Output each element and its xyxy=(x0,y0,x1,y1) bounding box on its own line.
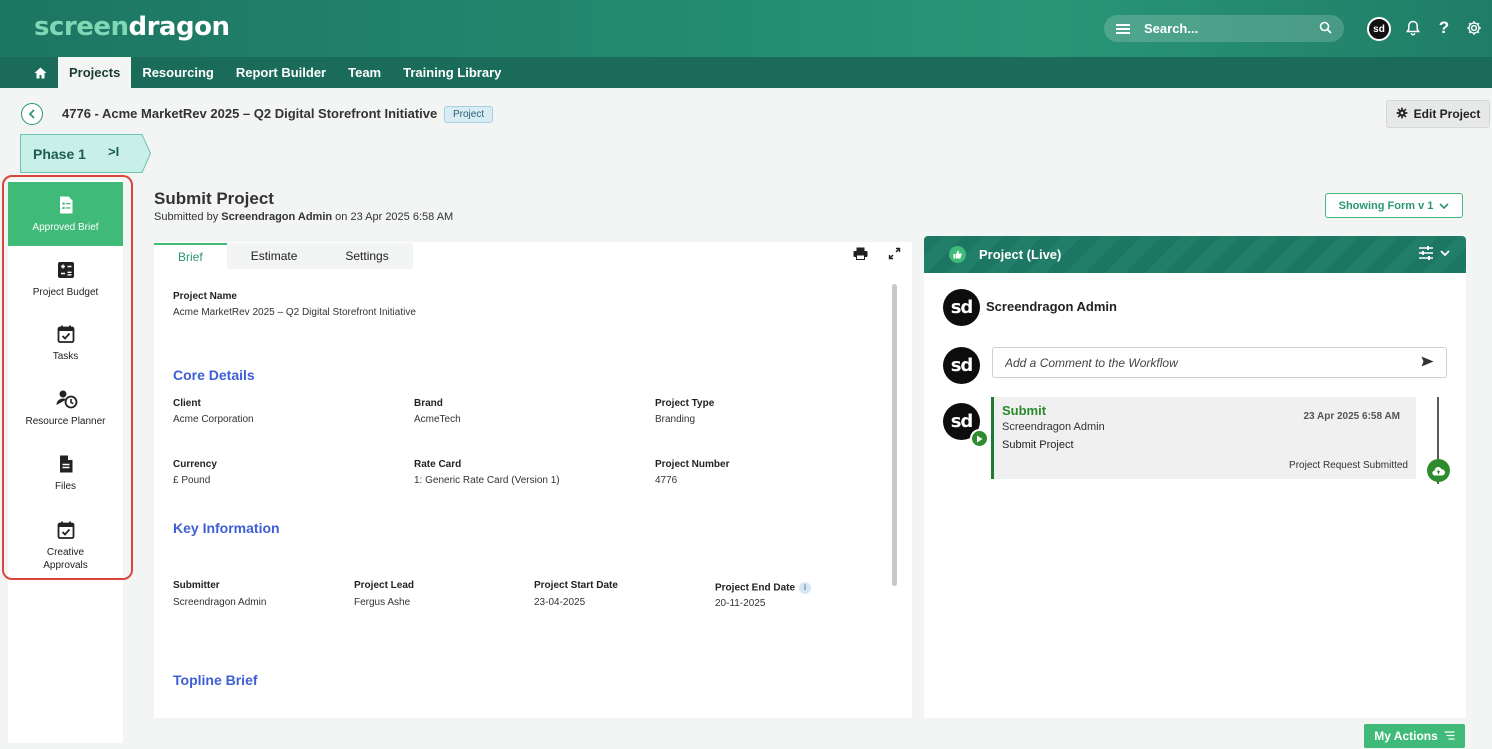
top-header: screendragon sd ? xyxy=(0,0,1492,57)
user-avatar: sd xyxy=(943,289,980,326)
step-date: 23 Apr 2025 6:58 AM xyxy=(1303,411,1400,422)
tab-brief[interactable]: Brief xyxy=(154,243,227,269)
end-date-label: Project End Date i xyxy=(715,582,812,594)
submitter-value: Screendragon Admin xyxy=(173,597,267,608)
submitter-label: Submitter xyxy=(173,580,220,591)
workflow-user-name: Screendragon Admin xyxy=(986,299,1117,314)
skip-to-end-icon[interactable]: >I xyxy=(108,144,119,159)
form-scrollbar[interactable] xyxy=(892,284,897,586)
phase-indicator[interactable]: Phase 1 >I xyxy=(20,134,151,173)
step-action: Submit Project xyxy=(1002,439,1074,451)
my-actions-button[interactable]: My Actions xyxy=(1364,724,1465,748)
global-search[interactable] xyxy=(1104,15,1344,42)
step-status: Project Request Submitted xyxy=(1289,460,1408,471)
list-filter-icon xyxy=(1444,729,1455,743)
nav-resourcing[interactable]: Resourcing xyxy=(131,57,225,88)
back-button[interactable] xyxy=(21,103,43,125)
key-information-heading: Key Information xyxy=(173,520,280,536)
currency-label: Currency xyxy=(173,459,217,470)
hamburger-menu-icon[interactable] xyxy=(1116,22,1130,36)
project-number-value: 4776 xyxy=(655,475,678,486)
step-title: Submit xyxy=(1002,403,1047,418)
nav-report-builder[interactable]: Report Builder xyxy=(225,57,337,88)
nav-projects[interactable]: Projects xyxy=(58,57,132,88)
cloud-upload-icon xyxy=(1427,459,1450,482)
tab-settings[interactable]: Settings xyxy=(321,243,413,269)
project-title: 4776 - Acme MarketRev 2025 – Q2 Digital … xyxy=(62,106,438,121)
rate-card-value: 1: Generic Rate Card (Version 1) xyxy=(414,475,560,486)
sidebar-highlight xyxy=(2,175,133,580)
phase-label: Phase 1 xyxy=(33,146,86,162)
gear-icon xyxy=(1396,107,1408,122)
rate-card-label: Rate Card xyxy=(414,459,462,470)
tab-estimate[interactable]: Estimate xyxy=(226,243,322,269)
brand-value: AcmeTech xyxy=(414,414,461,425)
comment-input[interactable] xyxy=(1005,355,1405,370)
client-value: Acme Corporation xyxy=(173,414,254,425)
main-nav: Projects Resourcing Report Builder Team … xyxy=(0,57,1492,88)
search-input[interactable] xyxy=(1144,21,1294,36)
nav-team[interactable]: Team xyxy=(337,57,392,88)
comment-avatar: sd xyxy=(943,347,980,384)
submitted-info: Submitted by Screendragon Admin on 23 Ap… xyxy=(154,211,454,223)
form-tabs: Brief Estimate Settings xyxy=(154,243,413,269)
gear-icon[interactable] xyxy=(1464,17,1484,39)
topline-brief-heading: Topline Brief xyxy=(173,672,258,688)
project-type-badge: Project xyxy=(444,106,494,123)
home-icon[interactable] xyxy=(22,57,58,88)
project-lead-label: Project Lead xyxy=(354,580,415,591)
comment-field[interactable] xyxy=(992,347,1447,378)
project-name-label: Project Name xyxy=(173,291,237,302)
search-icon[interactable] xyxy=(1319,21,1332,37)
project-name-value: Acme MarketRev 2025 – Q2 Digital Storefr… xyxy=(173,307,416,318)
nav-training-library[interactable]: Training Library xyxy=(392,57,512,88)
step-user: Screendragon Admin xyxy=(1002,421,1105,433)
form-title: Submit Project xyxy=(154,189,274,208)
start-date-value: 23-04-2025 xyxy=(534,597,586,608)
form-version-dropdown[interactable]: Showing Form v 1 xyxy=(1325,193,1463,218)
print-icon[interactable] xyxy=(853,247,868,263)
workflow-header: Project (Live) xyxy=(924,236,1466,273)
screendragon-logo[interactable]: screendragon xyxy=(34,12,230,42)
start-date-label: Project Start Date xyxy=(534,580,618,591)
expand-icon[interactable] xyxy=(888,247,901,263)
edit-project-button[interactable]: Edit Project xyxy=(1386,100,1490,128)
project-lead-value: Fergus Ashe xyxy=(354,597,411,608)
send-icon[interactable] xyxy=(1421,356,1434,370)
end-date-value: 20-11-2025 xyxy=(715,598,766,609)
workflow-step-card[interactable]: Submit Screendragon Admin Submit Project… xyxy=(991,397,1416,479)
client-label: Client xyxy=(173,398,201,409)
user-avatar[interactable]: sd xyxy=(1367,17,1391,41)
project-type-value: Branding xyxy=(655,414,696,425)
thumbs-up-icon xyxy=(949,246,966,263)
project-type-label: Project Type xyxy=(655,398,715,409)
workflow-filter-icon[interactable] xyxy=(1418,245,1452,264)
currency-value: £ Pound xyxy=(173,475,211,486)
info-icon[interactable]: i xyxy=(799,582,812,594)
workflow-title: Project (Live) xyxy=(979,247,1062,262)
bell-icon[interactable] xyxy=(1403,17,1423,39)
core-details-heading: Core Details xyxy=(173,367,255,383)
brand-label: Brand xyxy=(414,398,443,409)
project-number-label: Project Number xyxy=(655,459,730,470)
play-icon xyxy=(970,429,989,448)
chevron-down-icon xyxy=(1439,200,1449,212)
help-icon[interactable]: ? xyxy=(1434,17,1454,39)
